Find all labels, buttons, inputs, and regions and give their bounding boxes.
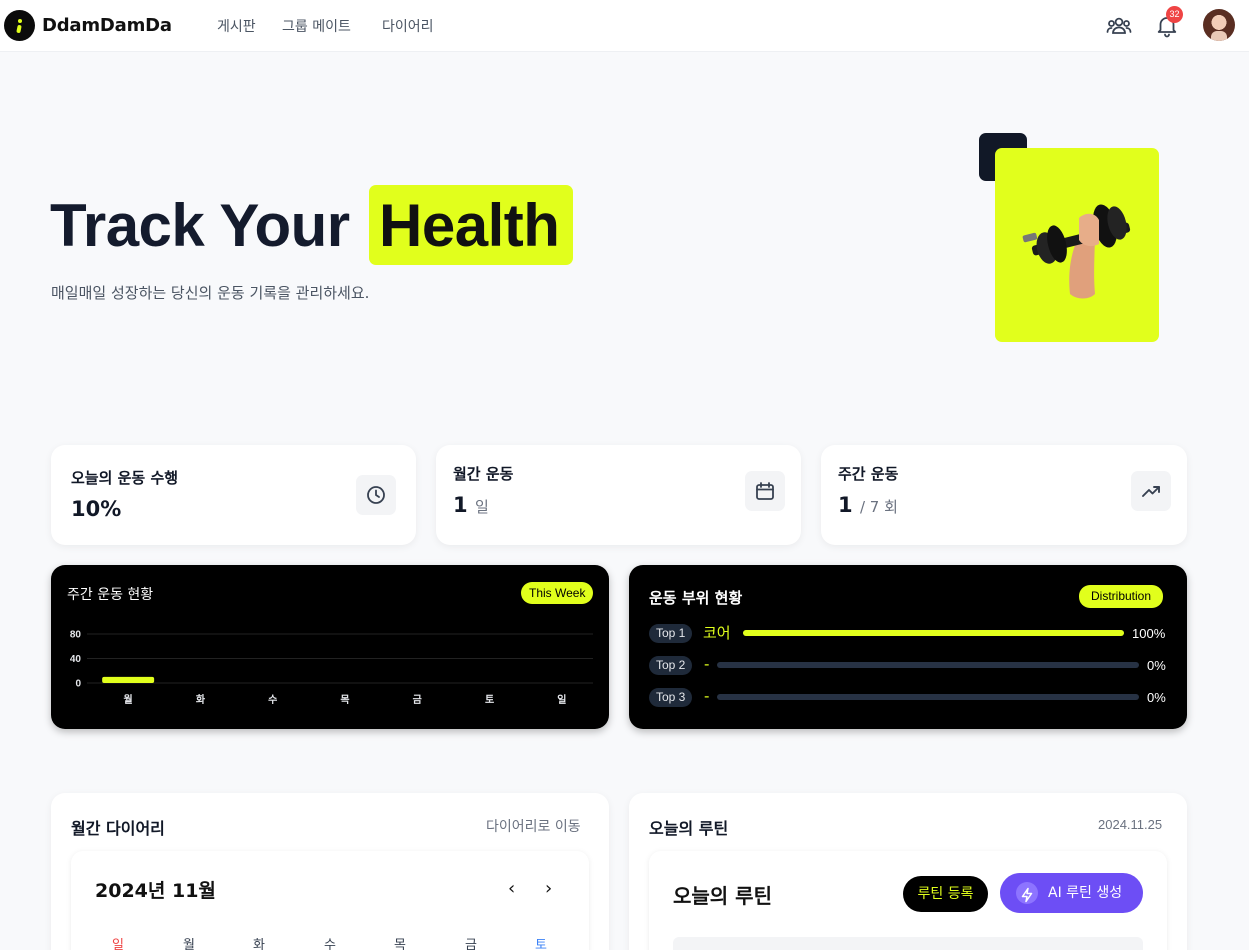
x-tick-label: 수 (268, 694, 277, 706)
chevron-right-icon[interactable]: › (545, 878, 552, 899)
part-name-3: - (704, 687, 710, 705)
notification-badge: 32 (1166, 6, 1183, 23)
stat-value-weekly: 1 / 7 회 (838, 493, 898, 517)
weekly-chart-card: 주간 운동 현황 This Week 80 40 0 월 화 수 목 금 토 일 (51, 565, 609, 729)
group-icon[interactable] (1106, 13, 1132, 39)
diary-title: 월간 다이어리 (71, 819, 165, 838)
stat-number-weekly: 1 (838, 493, 853, 517)
dumbbell-image (995, 148, 1159, 342)
part-name-1: 코어 (703, 624, 731, 642)
routine-inner-title: 오늘의 루틴 (673, 884, 772, 908)
logo-icon[interactable] (4, 10, 35, 41)
x-tick-label: 목 (340, 694, 349, 706)
hero-title: Track Your (50, 192, 350, 259)
routine-date: 2024.11.25 (1098, 817, 1163, 832)
nav-link-diary[interactable]: 다이어리 (382, 16, 434, 36)
rank-tag-2: Top 2 (649, 656, 693, 675)
stat-label-today: 오늘의 운동 수행 (71, 469, 179, 487)
stat-value-today: 10% (71, 497, 122, 521)
trending-up-icon (1131, 471, 1171, 511)
stat-number-monthly: 1 (453, 493, 468, 517)
weekday-fri: 금 (465, 938, 477, 950)
y-tick-label: 80 (70, 630, 82, 641)
chart-bar (102, 676, 155, 683)
y-tick-label: 0 (75, 679, 81, 690)
weekday-thu: 목 (394, 938, 406, 950)
stat-unit-monthly: 일 (474, 498, 489, 516)
part-name-2: - (704, 655, 710, 673)
top-nav: DdamDamDa 게시판 그룹 메이트 다이어리 32 (0, 0, 1249, 52)
stat-card-monthly: 월간 운동 1 일 (436, 445, 801, 545)
x-tick-label: 화 (196, 694, 206, 706)
weekday-wed: 수 (324, 938, 336, 950)
stat-card-weekly: 주간 운동 1 / 7 회 (821, 445, 1187, 545)
lightning-icon (1016, 882, 1038, 904)
part-bar-fill-1 (743, 630, 1124, 636)
part-bar-track-3 (717, 694, 1139, 700)
nav-link-board[interactable]: 게시판 (217, 16, 256, 36)
diary-link[interactable]: 다이어리로 이동 (486, 816, 581, 836)
x-tick-label: 월 (124, 694, 133, 706)
x-tick-label: 금 (413, 694, 422, 706)
part-pct-1: 100% (1132, 626, 1166, 641)
routine-list-row (673, 937, 1143, 950)
routine-title: 오늘의 루틴 (649, 819, 729, 838)
weekday-mon: 월 (183, 938, 195, 950)
register-routine-button[interactable]: 루틴 등록 (903, 876, 988, 912)
brand-name[interactable]: DdamDamDa (42, 15, 172, 36)
weekday-sun: 일 (112, 938, 124, 950)
part-bar-track-2 (717, 662, 1139, 668)
part-pct-3: 0% (1147, 690, 1166, 705)
x-tick-label: 일 (557, 693, 566, 706)
part-pct-2: 0% (1147, 658, 1166, 673)
clock-icon (356, 475, 396, 515)
part-bar-track-1 (743, 630, 1124, 636)
distribution-badge: Distribution (1079, 585, 1164, 608)
ai-routine-button[interactable]: AI 루틴 생성 (1000, 873, 1143, 913)
hero-subtitle: 매일매일 성장하는 당신의 운동 기록을 관리하세요. (51, 284, 370, 302)
stat-card-today: 오늘의 운동 수행 10% (51, 445, 416, 545)
weekday-tue: 화 (253, 938, 265, 950)
hero-title-highlight: Health (379, 192, 560, 259)
calendar-month: 2024년 11월 (95, 880, 216, 902)
rank-tag-1: Top 1 (649, 624, 693, 643)
chevron-left-icon[interactable]: ‹ (508, 878, 515, 899)
distribution-title: 운동 부위 현황 (649, 589, 743, 607)
calendar-icon (745, 471, 785, 511)
x-tick-label: 토 (485, 694, 494, 706)
y-tick-label: 40 (70, 654, 82, 665)
rank-tag-3: Top 3 (649, 688, 693, 707)
avatar[interactable] (1203, 9, 1235, 41)
distribution-card: 운동 부위 현황 Distribution Top 1 코어 100% Top … (629, 565, 1187, 729)
stat-label-monthly: 월간 운동 (453, 465, 514, 483)
stat-label-weekly: 주간 운동 (838, 465, 899, 483)
stat-unit-weekly: / 7 회 (859, 498, 898, 516)
nav-link-group-mate[interactable]: 그룹 메이트 (282, 16, 351, 36)
ai-routine-label: AI 루틴 생성 (1048, 885, 1123, 901)
weekly-bar-chart: 80 40 0 월 화 수 목 금 토 일 (70, 630, 593, 706)
weekday-sat: 토 (535, 938, 547, 950)
stat-value-monthly: 1 일 (453, 493, 489, 517)
